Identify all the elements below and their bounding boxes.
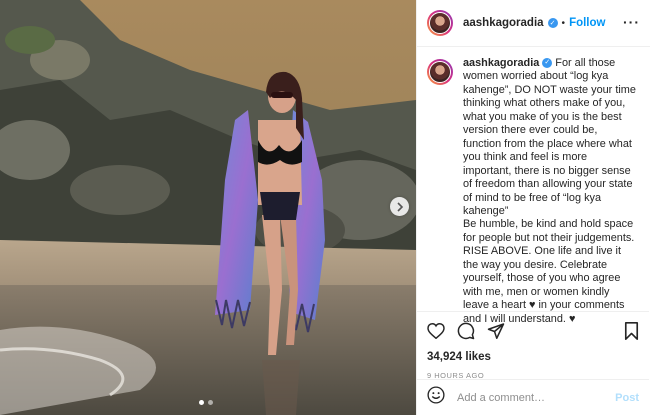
verified-badge-icon: ✓ bbox=[542, 58, 553, 69]
post-panel: aashkagoradia ✓ • Follow ··· aashkagorad… bbox=[416, 0, 650, 415]
beach-photo bbox=[0, 0, 416, 415]
carousel-dot-active bbox=[199, 400, 204, 405]
comment-bar: Post bbox=[417, 379, 649, 415]
carousel-dots bbox=[199, 400, 213, 405]
chevron-right-icon bbox=[396, 201, 403, 212]
emoji-icon[interactable] bbox=[427, 386, 445, 409]
caption-area: aashkagoradia ✓ For all those women worri… bbox=[417, 57, 649, 326]
comment-icon[interactable] bbox=[457, 322, 475, 340]
caption-text: For all those women worried about “log k… bbox=[463, 57, 636, 325]
more-options-icon[interactable]: ··· bbox=[623, 15, 640, 29]
likes-count[interactable]: 34,924 likes bbox=[427, 351, 639, 363]
caption-avatar[interactable] bbox=[427, 59, 453, 85]
header-separator: • bbox=[561, 17, 566, 29]
carousel-dot bbox=[208, 400, 213, 405]
heart-icon[interactable] bbox=[427, 323, 445, 339]
post-comment-button[interactable]: Post bbox=[615, 392, 639, 404]
caption-username[interactable]: aashkagoradia bbox=[463, 57, 539, 69]
post-photo[interactable] bbox=[0, 0, 416, 415]
share-icon[interactable] bbox=[487, 322, 505, 340]
comment-input[interactable] bbox=[455, 390, 599, 405]
verified-badge-icon: ✓ bbox=[547, 18, 558, 28]
caption: aashkagoradia ✓ For all those women worri… bbox=[463, 57, 638, 326]
actions-bar: 34,924 likes 9 HOURS AGO bbox=[417, 311, 649, 380]
post-header: aashkagoradia ✓ • Follow ··· bbox=[417, 0, 650, 47]
follow-button[interactable]: Follow bbox=[569, 17, 605, 29]
bookmark-icon[interactable] bbox=[624, 322, 639, 345]
avatar[interactable] bbox=[427, 10, 453, 36]
next-slide-button[interactable] bbox=[390, 197, 409, 216]
header-username[interactable]: aashkagoradia bbox=[463, 17, 544, 29]
